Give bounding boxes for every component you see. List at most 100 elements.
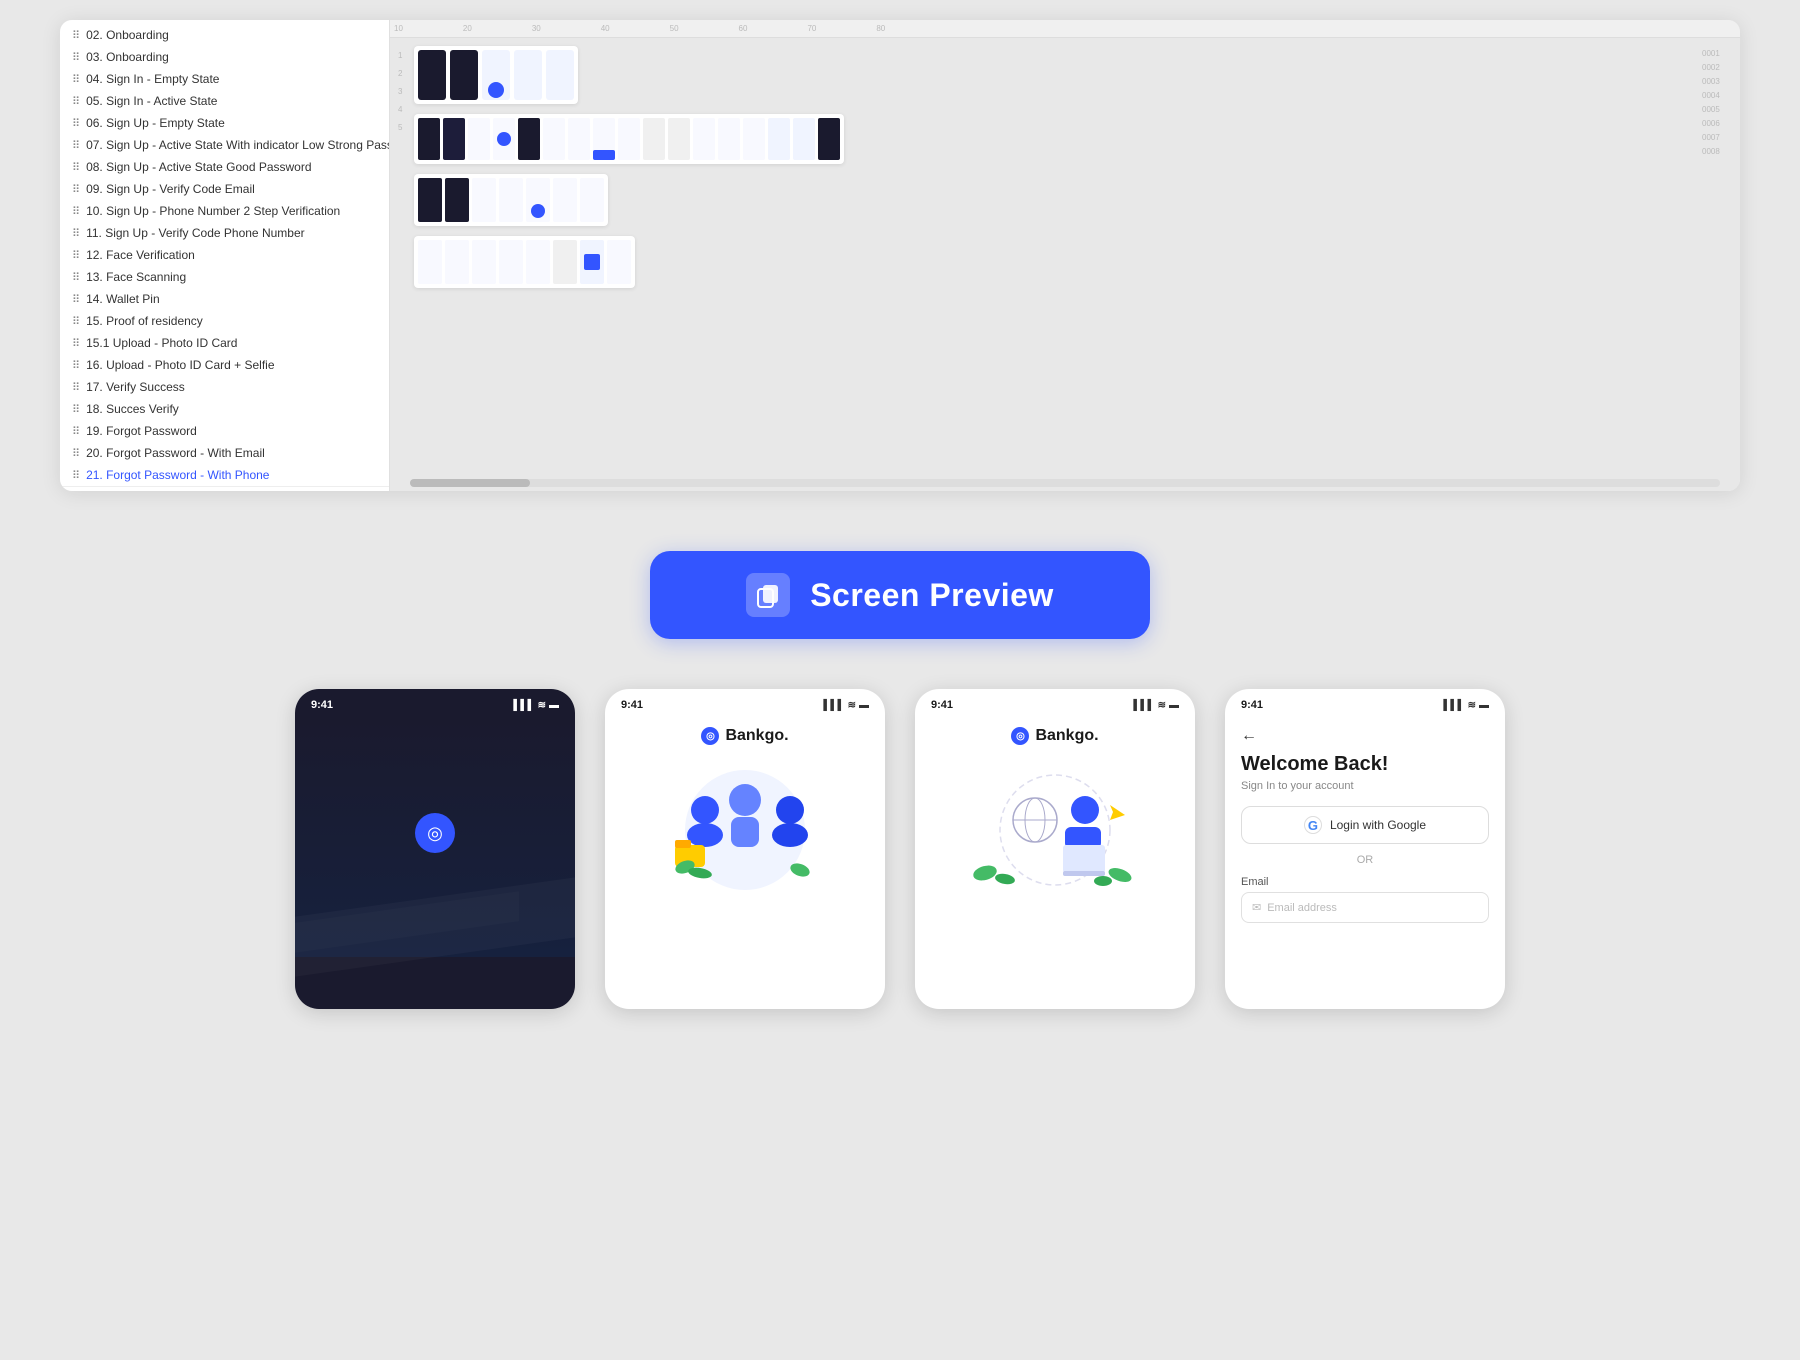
mini-screen — [593, 118, 615, 160]
copy-icon-svg — [755, 582, 781, 608]
mini-screen — [568, 118, 590, 160]
scrollbar-thumb[interactable] — [410, 479, 530, 487]
welcome-subtitle: Sign In to your account — [1241, 780, 1489, 792]
drag-icon: ⠿ — [72, 425, 80, 438]
phone-mockup-onboarding-1: 9:41 ▌▌▌ ≋ ▬ ◎ Bankgo. — [605, 689, 885, 1009]
layer-item[interactable]: ⠿ 07. Sign Up - Active State With indica… — [60, 134, 389, 156]
mini-screen — [526, 240, 550, 284]
drag-icon: ⠿ — [72, 381, 80, 394]
mini-screen — [643, 118, 665, 160]
email-label: Email — [1241, 876, 1489, 888]
phone-mockup-signin[interactable]: 9:41 ▌▌▌ ≋ ▬ ← Welcome Back! Sign In to … — [1225, 689, 1505, 1009]
canvas-panel[interactable]: 10 20 30 40 50 60 70 80 1 2 3 4 — [390, 20, 1740, 491]
screen-preview-icon — [746, 573, 790, 617]
signal-icon: ▌▌▌ — [513, 700, 534, 711]
top-section: ⠿ 02. Onboarding ⠿ 03. Onboarding ⠿ 04. … — [0, 0, 1800, 511]
mini-screen — [793, 118, 815, 160]
bankgo-name-2: Bankgo. — [1035, 727, 1098, 745]
layer-item[interactable]: ⠿ 16. Upload - Photo ID Card + Selfie — [60, 354, 389, 376]
layer-item[interactable]: ⠿ 09. Sign Up - Verify Code Email — [60, 178, 389, 200]
drag-icon: ⠿ — [72, 205, 80, 218]
drag-icon: ⠿ — [72, 95, 80, 108]
back-arrow[interactable]: ← — [1241, 727, 1489, 745]
mini-screen — [443, 118, 465, 160]
canvas-rows — [414, 46, 1698, 288]
drag-icon: ⠿ — [72, 447, 80, 460]
layer-label: 16. Upload - Photo ID Card + Selfie — [86, 358, 274, 372]
mini-screen — [482, 50, 510, 100]
layer-item[interactable]: ⠿ 15. Proof of residency — [60, 310, 389, 332]
drag-icon: ⠿ — [72, 337, 80, 350]
time-3: 9:41 — [931, 699, 953, 711]
drag-icon: ⠿ — [72, 315, 80, 328]
scrollbar-track[interactable] — [410, 479, 1720, 487]
layer-label: 14. Wallet Pin — [86, 292, 160, 306]
canvas-row-3 — [414, 174, 1698, 226]
splash-logo: ◎ — [415, 813, 455, 861]
layer-item[interactable]: ⠿ 18. Succes Verify — [60, 398, 389, 420]
signal-icon: ▌▌▌ — [1443, 700, 1464, 711]
layer-item[interactable]: ⠿ 03. Onboarding — [60, 46, 389, 68]
bankgo-logo-1: ◎ Bankgo. — [621, 727, 869, 745]
layer-item[interactable]: ⠿ 21. Forgot Password - With Phone — [60, 464, 389, 487]
layer-label: 09. Sign Up - Verify Code Email — [86, 182, 255, 196]
drag-icon: ⠿ — [72, 51, 80, 64]
status-icons-4: ▌▌▌ ≋ ▬ — [1443, 700, 1489, 711]
layer-label: 04. Sign In - Empty State — [86, 72, 219, 86]
layer-item[interactable]: ⠿ 05. Sign In - Active State — [60, 90, 389, 112]
status-icons-3: ▌▌▌ ≋ ▬ — [1133, 700, 1179, 711]
drag-icon: ⠿ — [72, 29, 80, 42]
onboarding-1-content: ◎ Bankgo. — [605, 717, 885, 923]
mini-screen — [607, 240, 631, 284]
layer-item[interactable]: ⠿ 04. Sign In - Empty State — [60, 68, 389, 90]
drag-icon: ⠿ — [72, 359, 80, 372]
drag-icon: ⠿ — [72, 183, 80, 196]
layer-item[interactable]: ⠿ 14. Wallet Pin — [60, 288, 389, 310]
layers-panel[interactable]: ⠿ 02. Onboarding ⠿ 03. Onboarding ⠿ 04. … — [60, 20, 390, 491]
phone-mockup-dark: 9:41 ▌▌▌ ≋ ▬ ◎ — [295, 689, 575, 1009]
layer-item[interactable]: ⠿ 08. Sign Up - Active State Good Passwo… — [60, 156, 389, 178]
mini-screen — [768, 118, 790, 160]
mini-screen — [445, 178, 469, 222]
screen-preview-button[interactable]: Screen Preview — [650, 551, 1150, 639]
mini-screen — [543, 118, 565, 160]
mini-screen — [472, 178, 496, 222]
layer-item[interactable]: ⠿ 17. Verify Success — [60, 376, 389, 398]
layer-label: 12. Face Verification — [86, 248, 195, 262]
email-input-box[interactable]: ✉ Email address — [1241, 892, 1489, 923]
layer-item[interactable]: ⠿ 20. Forgot Password - With Email — [60, 442, 389, 464]
layer-item[interactable]: ⠿ 10. Sign Up - Phone Number 2 Step Veri… — [60, 200, 389, 222]
mini-screen — [618, 118, 640, 160]
drag-icon: ⠿ — [72, 227, 80, 240]
layer-item[interactable]: ⠿ 11. Sign Up - Verify Code Phone Number — [60, 222, 389, 244]
layer-label: 15.1 Upload - Photo ID Card — [86, 336, 237, 350]
layer-item[interactable]: ⠿ 12. Face Verification — [60, 244, 389, 266]
layer-item[interactable]: ⠿ 15.1 Upload - Photo ID Card — [60, 332, 389, 354]
mini-screen — [546, 50, 574, 100]
layer-label: 11. Sign Up - Verify Code Phone Number — [86, 226, 305, 240]
screen-group-2 — [414, 114, 844, 164]
layer-label: 07. Sign Up - Active State With indicato… — [86, 138, 389, 152]
drag-icon: ⠿ — [72, 73, 80, 86]
layer-label: 21. Forgot Password - With Phone — [86, 468, 269, 482]
layer-item[interactable]: ⠿ 06. Sign Up - Empty State — [60, 112, 389, 134]
layer-label: 17. Verify Success — [86, 380, 185, 394]
welcome-title: Welcome Back! — [1241, 753, 1489, 776]
mini-screen — [668, 118, 690, 160]
logo-dot-2: ◎ — [1011, 727, 1029, 745]
person-laptop-illustration — [955, 755, 1155, 905]
layer-item[interactable]: ⠿ 02. Onboarding — [60, 24, 389, 46]
layer-item[interactable]: ⠿ 13. Face Scanning — [60, 266, 389, 288]
or-divider: OR — [1241, 854, 1489, 866]
wifi-icon: ≋ — [848, 700, 856, 711]
left-ruler: 1 2 3 4 5 — [398, 46, 414, 288]
time-2: 9:41 — [621, 699, 643, 711]
status-bar-3: 9:41 ▌▌▌ ≋ ▬ — [915, 689, 1195, 717]
layer-item[interactable]: ⠿ 19. Forgot Password — [60, 420, 389, 442]
mini-screen — [418, 50, 446, 100]
wifi-icon: ≋ — [538, 700, 546, 711]
mini-screen — [418, 240, 442, 284]
status-bar-1: 9:41 ▌▌▌ ≋ ▬ — [295, 689, 575, 717]
google-login-btn[interactable]: G Login with Google — [1241, 806, 1489, 844]
mini-screen — [553, 240, 577, 284]
